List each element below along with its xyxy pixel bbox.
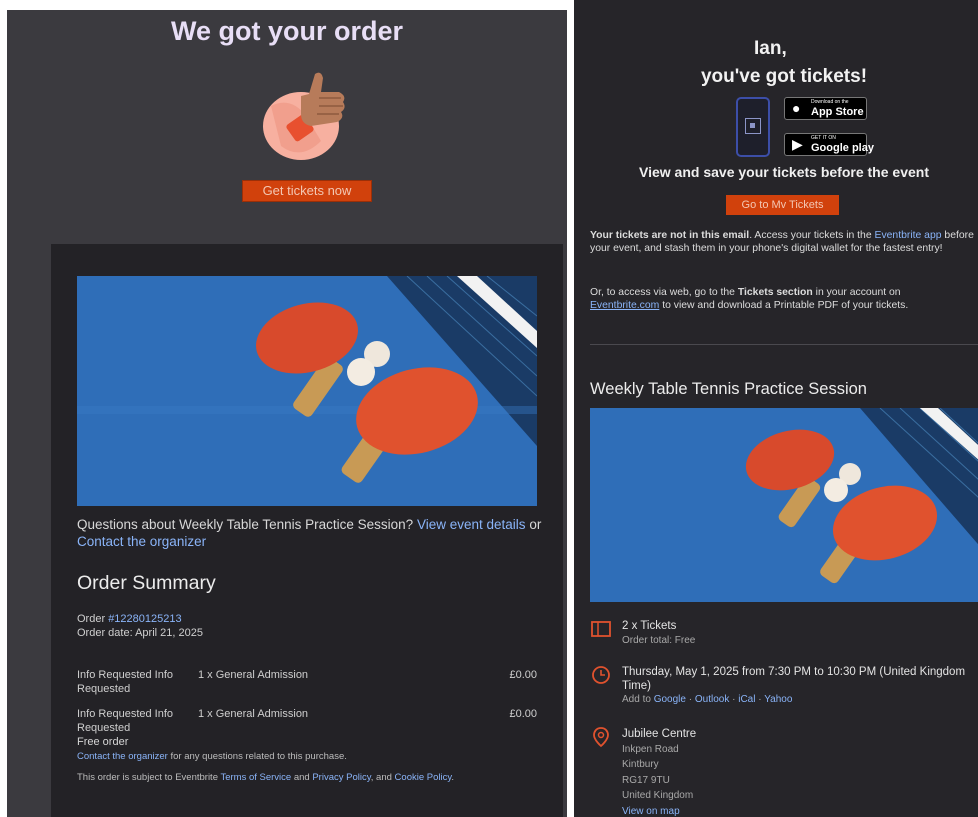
tickets-info: 2 x Tickets Order total: Free xyxy=(622,620,695,647)
row-ticket: 1 x General Admission xyxy=(198,669,309,681)
order-total: Order total: Free xyxy=(622,634,696,646)
free-order-label: Free order xyxy=(77,736,129,748)
thumbs-up-icon xyxy=(261,66,351,166)
date-line-1: Thursday, May 1, 2025 from 7:30 PM to 10… xyxy=(622,666,966,678)
tickets-access-paragraph: Your tickets are not in this email. Acce… xyxy=(590,230,978,255)
contact-organizer-link[interactable]: Contact the organizer xyxy=(77,534,206,549)
ticket-icon xyxy=(590,618,612,640)
page-title: We got your order xyxy=(170,16,404,46)
date-info: Thursday, May 1, 2025 from 7:30 PM to 10… xyxy=(622,666,965,707)
apple-icon: ● xyxy=(792,100,801,116)
and-text: and xyxy=(293,772,310,783)
row-info: Info Requested Info Requested xyxy=(77,669,174,695)
google-play-small: GET IT ON xyxy=(811,135,836,141)
questions-prefix: Questions about Weekly Table Tennis Prac… xyxy=(77,517,414,532)
row-price: £0.00 xyxy=(509,708,537,720)
para2-mid: in your account on xyxy=(815,287,901,298)
greeting-name: Ian, xyxy=(754,38,787,59)
order-card: Questions about Weekly Table Tennis Prac… xyxy=(51,244,563,817)
para2-rest: to view and download a Printable PDF of … xyxy=(662,300,909,311)
address-line: Kintbury xyxy=(622,759,659,770)
eventbrite-app-link[interactable]: Eventbrite app xyxy=(875,230,942,241)
row-ticket: 1 x General Admission xyxy=(198,708,309,720)
para2-prefix: Or, to access via web, go to the xyxy=(590,287,735,298)
tickets-panel: Ian, you've got tickets! ● Download on t… xyxy=(574,0,978,817)
date-line-2: Time) xyxy=(622,679,651,692)
google-play-icon: ▶ xyxy=(792,136,803,152)
google-play-badge[interactable]: ▶ GET IT ON Google play xyxy=(784,133,874,156)
google-calendar-link[interactable]: Google xyxy=(654,694,686,705)
para1-text: . Access your tickets in the xyxy=(749,230,872,241)
contact-suffix: for any questions related to this purcha… xyxy=(170,751,347,762)
contact-line: Contact the organizer for any questions … xyxy=(77,751,347,762)
add-to-label: Add to xyxy=(622,694,651,705)
order-number-link[interactable]: #12280125213 xyxy=(108,613,181,625)
address-line: RG17 9TU xyxy=(622,774,670,786)
app-store-small: Download on the xyxy=(811,99,849,105)
eventbrite-com-link[interactable]: Eventbrite.com xyxy=(590,300,659,311)
terms-line: This order is subject to Eventbrite Term… xyxy=(77,772,454,783)
go-to-my-tickets-button[interactable]: Go to Mv Tickets xyxy=(726,195,839,215)
para2-bold: Tickets section xyxy=(737,287,813,298)
web-access-paragraph: Or, to access via web, go to the Tickets… xyxy=(590,286,978,312)
order-label: Order xyxy=(77,613,106,625)
app-store-big: App Store xyxy=(811,106,864,118)
order-date: Order date: April 21, 2025 xyxy=(77,627,203,639)
order-summary-title: Order Summary xyxy=(77,572,216,594)
location-info: Jubilee Centre Inkpen Road Kintbury RG17… xyxy=(622,728,696,817)
add-to-calendar: Add to Google · Outlook · iCal · Yahoo xyxy=(622,693,965,707)
period: . xyxy=(451,772,455,783)
tickets-count: 2 x Tickets xyxy=(622,620,677,632)
view-save-heading: View and save your tickets before the ev… xyxy=(639,164,929,180)
greeting-line: you've got tickets! xyxy=(700,66,868,87)
location-pin-icon xyxy=(590,726,612,748)
cookie-policy-link[interactable]: Cookie Policy xyxy=(395,772,452,783)
app-store-badge[interactable]: ● Download on the App Store xyxy=(784,97,867,120)
privacy-policy-link[interactable]: Privacy Policy xyxy=(312,772,370,783)
order-confirmation-panel: We got your order Get tickets now Questi… xyxy=(7,10,567,817)
separator: · xyxy=(688,694,693,705)
row-price: £0.00 xyxy=(509,669,537,681)
venue-name: Jubilee Centre xyxy=(622,728,697,740)
google-play-big: Google play xyxy=(811,142,874,154)
para1-bold: Your tickets are not in this email xyxy=(590,230,750,241)
event-image xyxy=(77,276,537,506)
contact-organizer-footer-link[interactable]: Contact the organizer xyxy=(77,751,168,762)
and-text-2: , and xyxy=(370,772,392,783)
terms-prefix: This order is subject to Eventbrite xyxy=(77,772,218,783)
terms-of-service-link[interactable]: Terms of Service xyxy=(220,772,291,783)
view-event-details-link[interactable]: View event details xyxy=(417,517,526,532)
address-line: Inkpen Road xyxy=(622,743,679,755)
event-questions-text: Questions about Weekly Table Tennis Prac… xyxy=(77,516,547,550)
view-on-map-link[interactable]: View on map xyxy=(622,806,680,817)
phone-icon xyxy=(736,97,770,157)
row-info: Info Requested Info Requested xyxy=(77,708,174,734)
or-text: or xyxy=(529,517,542,532)
yahoo-calendar-link[interactable]: Yahoo xyxy=(764,694,792,705)
separator: · xyxy=(732,694,736,705)
divider xyxy=(590,344,978,345)
event-image xyxy=(590,408,978,602)
separator: · xyxy=(758,694,762,705)
ical-link[interactable]: iCal xyxy=(738,694,755,705)
outlook-calendar-link[interactable]: Outlook xyxy=(695,694,729,705)
get-tickets-button[interactable]: Get tickets now xyxy=(242,180,372,202)
order-info: Order #12280125213 Order date: April 21,… xyxy=(77,612,203,640)
address-line: United Kingdom xyxy=(622,790,694,801)
calendar-clock-icon xyxy=(590,664,612,686)
event-title: Weekly Table Tennis Practice Session xyxy=(590,380,867,398)
